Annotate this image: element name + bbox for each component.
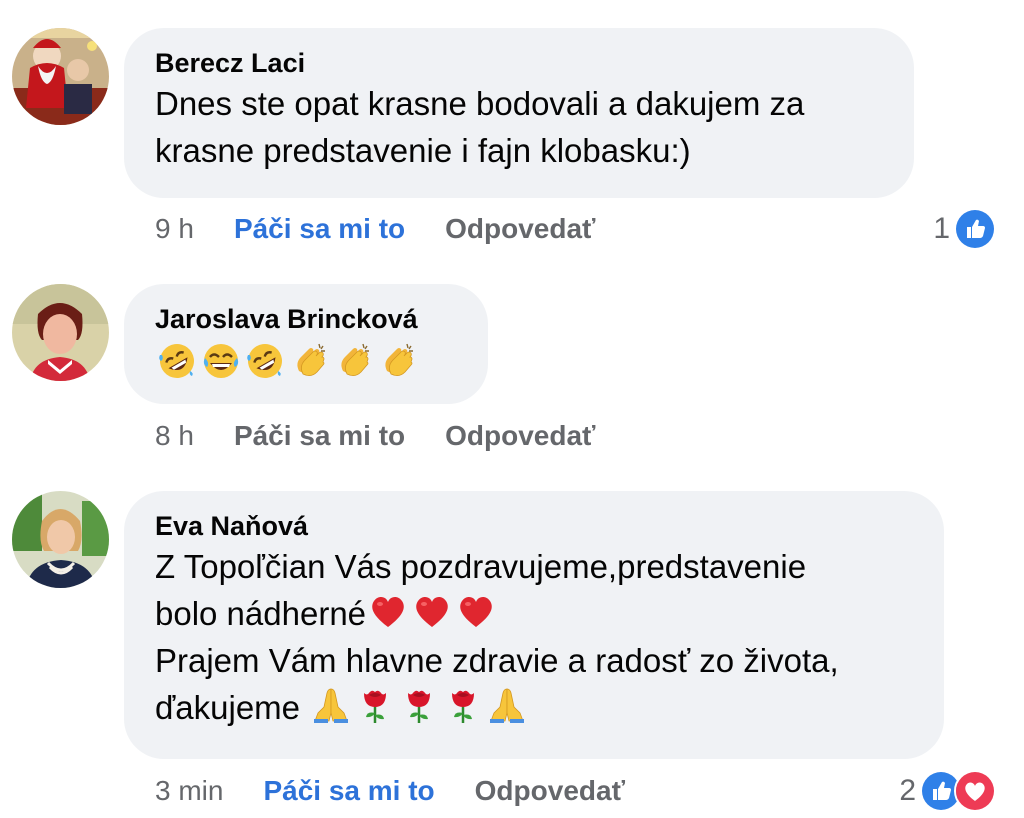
avatar[interactable] (12, 28, 109, 125)
comment-text-line: Z Topoľčian Vás pozdravujeme,predstaveni… (155, 548, 807, 585)
reply-button[interactable]: Odpovedať (445, 420, 595, 451)
comment-author[interactable]: Eva Naňová (155, 509, 913, 543)
rose-emoji (355, 685, 395, 725)
avatar-photo (12, 284, 109, 381)
avatar-photo (12, 491, 109, 588)
avatar[interactable] (12, 491, 109, 588)
pray-emoji (487, 685, 527, 725)
reply-button[interactable]: Odpovedať (475, 775, 625, 806)
comment-text-line: Prajem Vám hlavne zdravie a radosť zo ži… (155, 642, 839, 679)
reaction-count: 1 (933, 212, 950, 245)
comment-text-segment: bolo nádherné (155, 595, 367, 632)
heart-emoji (368, 591, 408, 631)
clap-emoji (289, 341, 329, 381)
comment-actions: 3 min Páči sa mi to Odpovedať (155, 771, 625, 811)
comment-text-line: krasne predstavenie i fajn klobasku:) (155, 132, 691, 169)
comment-timestamp[interactable]: 9 h (155, 213, 194, 244)
rofl-emoji (245, 341, 285, 381)
love-icon (954, 770, 996, 812)
comment-bubble: Eva Naňová Z Topoľčian Vás pozdravujeme,… (124, 491, 944, 759)
clap-emoji (377, 341, 417, 381)
rose-emoji (443, 685, 483, 725)
reaction-summary[interactable]: 2 (899, 770, 996, 812)
comment-timestamp[interactable]: 3 min (155, 775, 223, 806)
comment-author[interactable]: Jaroslava Brincková (155, 302, 457, 336)
joy-emoji (201, 341, 241, 381)
comment-actions: 9 h Páči sa mi to Odpovedať (155, 209, 595, 249)
like-button[interactable]: Páči sa mi to (263, 775, 434, 806)
like-button[interactable]: Páči sa mi to (234, 213, 405, 244)
reaction-count: 2 (899, 774, 916, 807)
comment-timestamp[interactable]: 8 h (155, 420, 194, 451)
comment-author[interactable]: Berecz Laci (155, 46, 883, 80)
like-button[interactable]: Páči sa mi to (234, 420, 405, 451)
comment-text-line: ďakujeme (155, 684, 913, 731)
reply-button[interactable]: Odpovedať (445, 213, 595, 244)
pray-emoji (311, 685, 351, 725)
avatar[interactable] (12, 284, 109, 381)
comment-bubble: Jaroslava Brincková (124, 284, 488, 404)
avatar-photo (12, 28, 109, 125)
comment-text-segment: ďakujeme (155, 689, 301, 726)
comment-text-line: bolo nádherné (155, 590, 913, 637)
heart-emoji (412, 591, 452, 631)
like-icon (954, 208, 996, 250)
comment-actions: 8 h Páči sa mi to Odpovedať (155, 416, 595, 456)
comment-bubble: Berecz Laci Dnes ste opat krasne bodoval… (124, 28, 914, 198)
reaction-summary[interactable]: 1 (933, 208, 996, 250)
comment-text-line: Dnes ste opat krasne bodovali a dakujem … (155, 85, 805, 122)
comment-thread: Berecz Laci Dnes ste opat krasne bodoval… (0, 0, 1024, 818)
comment-emoji-line (155, 340, 457, 387)
clap-emoji (333, 341, 373, 381)
rose-emoji (399, 685, 439, 725)
heart-emoji (456, 591, 496, 631)
rofl-emoji (157, 341, 197, 381)
